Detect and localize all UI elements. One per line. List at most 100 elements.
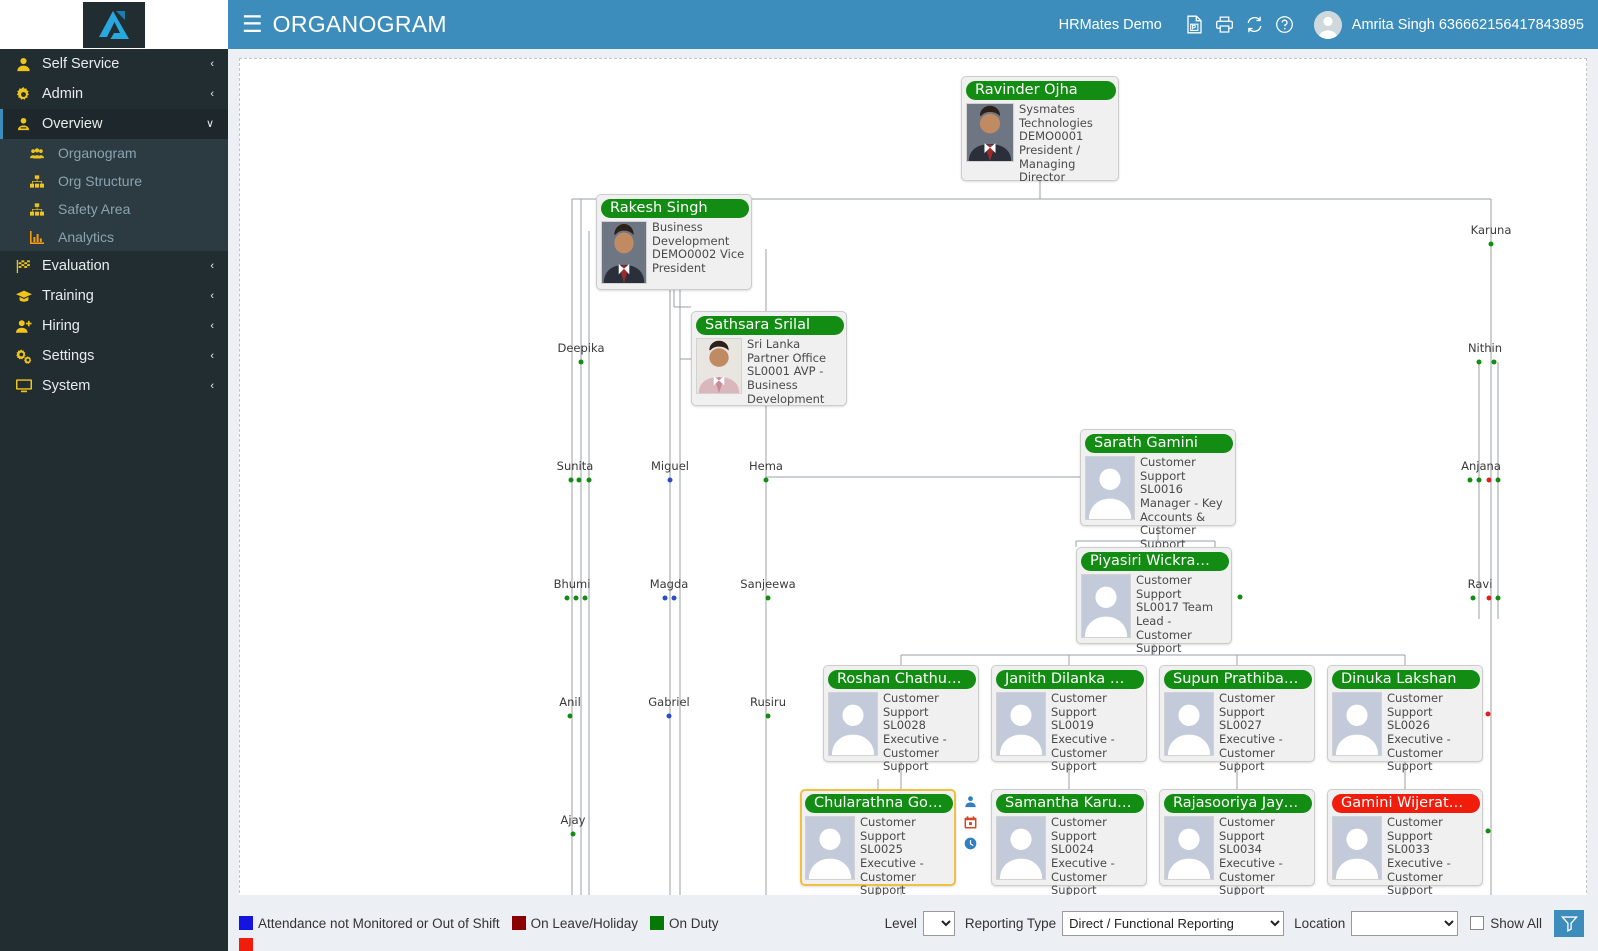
org-node[interactable]: Piyasiri Wickramanay... Customer Support …: [1076, 547, 1232, 655]
status-dot[interactable]: [1476, 359, 1482, 365]
status-dot[interactable]: [1470, 595, 1476, 601]
org-node[interactable]: Supun Prathiba Wijen... Customer Support …: [1159, 665, 1315, 773]
status-dot[interactable]: [1476, 477, 1482, 483]
status-dot[interactable]: [573, 595, 579, 601]
org-node[interactable]: Ravinder Ojha Sysmates Technologies DEMO0…: [961, 76, 1119, 184]
status-dot[interactable]: [671, 595, 677, 601]
reporting-type-select[interactable]: Direct / Functional Reporting: [1062, 910, 1285, 936]
collapsed-branch-label[interactable]: Rusiru: [750, 695, 786, 709]
collapsed-branch-label[interactable]: Deepika: [557, 341, 604, 355]
sidebar-item-self-service[interactable]: Self Service ‹: [0, 49, 228, 79]
sidebar-item-system[interactable]: System ‹: [0, 371, 228, 401]
status-dot[interactable]: [765, 713, 771, 719]
hamburger-icon[interactable]: ☰: [242, 13, 263, 36]
header-right-group: HRMates Demo Amrita Singh 63666215641784…: [1059, 10, 1598, 40]
collapsed-branch-label[interactable]: Anil: [559, 695, 581, 709]
org-node-title: Piyasiri Wickramanay...: [1081, 552, 1229, 571]
chevron-left-icon: ‹: [210, 87, 214, 100]
org-chart-canvas[interactable]: Ravinder Ojha Sysmates Technologies DEMO0…: [239, 58, 1587, 898]
profile-icon[interactable]: [964, 795, 977, 808]
sidebar-item-evaluation[interactable]: Evaluation ‹: [0, 251, 228, 281]
collapsed-branch-label[interactable]: Ravi: [1468, 577, 1493, 591]
show-all-group[interactable]: Show All: [1470, 916, 1542, 931]
status-dot[interactable]: [1488, 241, 1494, 247]
status-dot[interactable]: [1237, 594, 1243, 600]
org-node[interactable]: Samantha Karunasena Customer Support SL00…: [991, 789, 1147, 897]
org-node-title: Samantha Karunasena: [996, 794, 1144, 813]
org-node[interactable]: Rakesh Singh Business Development DEMO000…: [596, 194, 752, 290]
sidebar-item-safety-area[interactable]: Safety Area: [0, 195, 228, 223]
collapsed-branch-label[interactable]: Anjana: [1461, 459, 1501, 473]
calendar-icon[interactable]: [964, 816, 977, 829]
org-node[interactable]: Rajasooriya Jayalath Customer Support SL0…: [1159, 789, 1315, 897]
legend-item: Attendance not Monitored or Out of Shift: [239, 916, 500, 931]
org-node[interactable]: Sathsara Srilal Sri Lanka Partner Office …: [691, 311, 847, 406]
status-dot[interactable]: [667, 477, 673, 483]
sidebar-item-settings[interactable]: Settings ‹: [0, 341, 228, 371]
status-dot[interactable]: [582, 595, 588, 601]
status-dot[interactable]: [666, 713, 672, 719]
sidebar-item-training[interactable]: Training ‹: [0, 281, 228, 311]
refresh-icon[interactable]: [1240, 10, 1270, 40]
org-node[interactable]: Gamini Wijerathna Customer Support SL0033…: [1327, 789, 1483, 897]
status-legend: Attendance not Monitored or Out of Shift…: [239, 916, 725, 931]
status-dot[interactable]: [662, 595, 668, 601]
status-dot[interactable]: [576, 477, 582, 483]
status-dot[interactable]: [1495, 477, 1501, 483]
show-all-checkbox[interactable]: [1470, 916, 1485, 930]
sidebar-item-org-structure[interactable]: Org Structure: [0, 167, 228, 195]
status-dot[interactable]: [1485, 711, 1491, 717]
flag-icon: [16, 259, 42, 274]
filter-button[interactable]: [1554, 909, 1584, 937]
collapsed-branch-label[interactable]: Hema: [749, 459, 783, 473]
status-dot[interactable]: [763, 477, 769, 483]
collapsed-branch-label[interactable]: Miguel: [651, 459, 689, 473]
status-dot[interactable]: [1486, 477, 1492, 483]
status-dot[interactable]: [586, 477, 592, 483]
sidebar-item-organogram[interactable]: Organogram: [0, 139, 228, 167]
collapsed-branch-label[interactable]: Gabriel: [648, 695, 689, 709]
clock-icon[interactable]: [964, 837, 977, 850]
org-node[interactable]: Roshan Chathuranga Customer Support SL002…: [823, 665, 979, 773]
status-dot[interactable]: [570, 831, 576, 837]
level-select[interactable]: [922, 910, 955, 936]
export-pdf-icon[interactable]: [1180, 10, 1210, 40]
location-select[interactable]: [1351, 910, 1459, 936]
collapsed-branch-label[interactable]: Ajay: [561, 813, 586, 827]
status-dot[interactable]: [568, 477, 574, 483]
status-dot[interactable]: [1486, 595, 1492, 601]
status-dot[interactable]: [1495, 595, 1501, 601]
status-dot[interactable]: [578, 359, 584, 365]
org-node[interactable]: Janith Dilanka Wijera... Customer Support…: [991, 665, 1147, 773]
org-node[interactable]: Chularathna Godaku... Customer Support SL…: [800, 789, 956, 897]
status-dot[interactable]: [1467, 477, 1473, 483]
hrmates-logo-icon[interactable]: [83, 1, 145, 48]
status-dot[interactable]: [567, 713, 573, 719]
sidebar-item-hiring[interactable]: Hiring ‹: [0, 311, 228, 341]
collapsed-branch-label[interactable]: Magda: [650, 577, 689, 591]
org-node-body: Customer Support SL0033 Executive - Cust…: [1332, 816, 1478, 897]
sidebar-item-analytics[interactable]: Analytics: [0, 223, 228, 251]
gears-icon: [16, 348, 42, 364]
avatar[interactable]: [1313, 10, 1342, 39]
sidebar-submenu-overview: Organogram Org Structure Safety Area Ana…: [0, 139, 228, 251]
status-dot[interactable]: [564, 595, 570, 601]
status-dot[interactable]: [1485, 828, 1491, 834]
org-node[interactable]: Sarath Gamini Customer Support SL0016 Man…: [1080, 429, 1236, 551]
collapsed-branch-label[interactable]: Bhumi: [554, 577, 591, 591]
legend-swatch-not-monitored: [239, 916, 253, 930]
print-icon[interactable]: [1210, 10, 1240, 40]
status-dot[interactable]: [1491, 359, 1497, 365]
help-icon[interactable]: [1270, 10, 1300, 40]
sidebar-item-overview[interactable]: Overview ∨: [0, 109, 228, 139]
org-node[interactable]: Dinuka Lakshan Customer Support SL0026 Ex…: [1327, 665, 1483, 773]
sidebar-item-admin[interactable]: Admin ‹: [0, 79, 228, 109]
chevron-left-icon: ‹: [210, 349, 214, 362]
collapsed-branch-label[interactable]: Karuna: [1471, 223, 1512, 237]
org-node-action-group: [964, 795, 977, 850]
collapsed-branch-label[interactable]: Sanjeewa: [740, 577, 795, 591]
collapsed-branch-label[interactable]: Sunita: [557, 459, 594, 473]
collapsed-branch-label[interactable]: Nithin: [1468, 341, 1502, 355]
status-dot[interactable]: [765, 595, 771, 601]
org-node-title: Janith Dilanka Wijera...: [996, 670, 1144, 689]
